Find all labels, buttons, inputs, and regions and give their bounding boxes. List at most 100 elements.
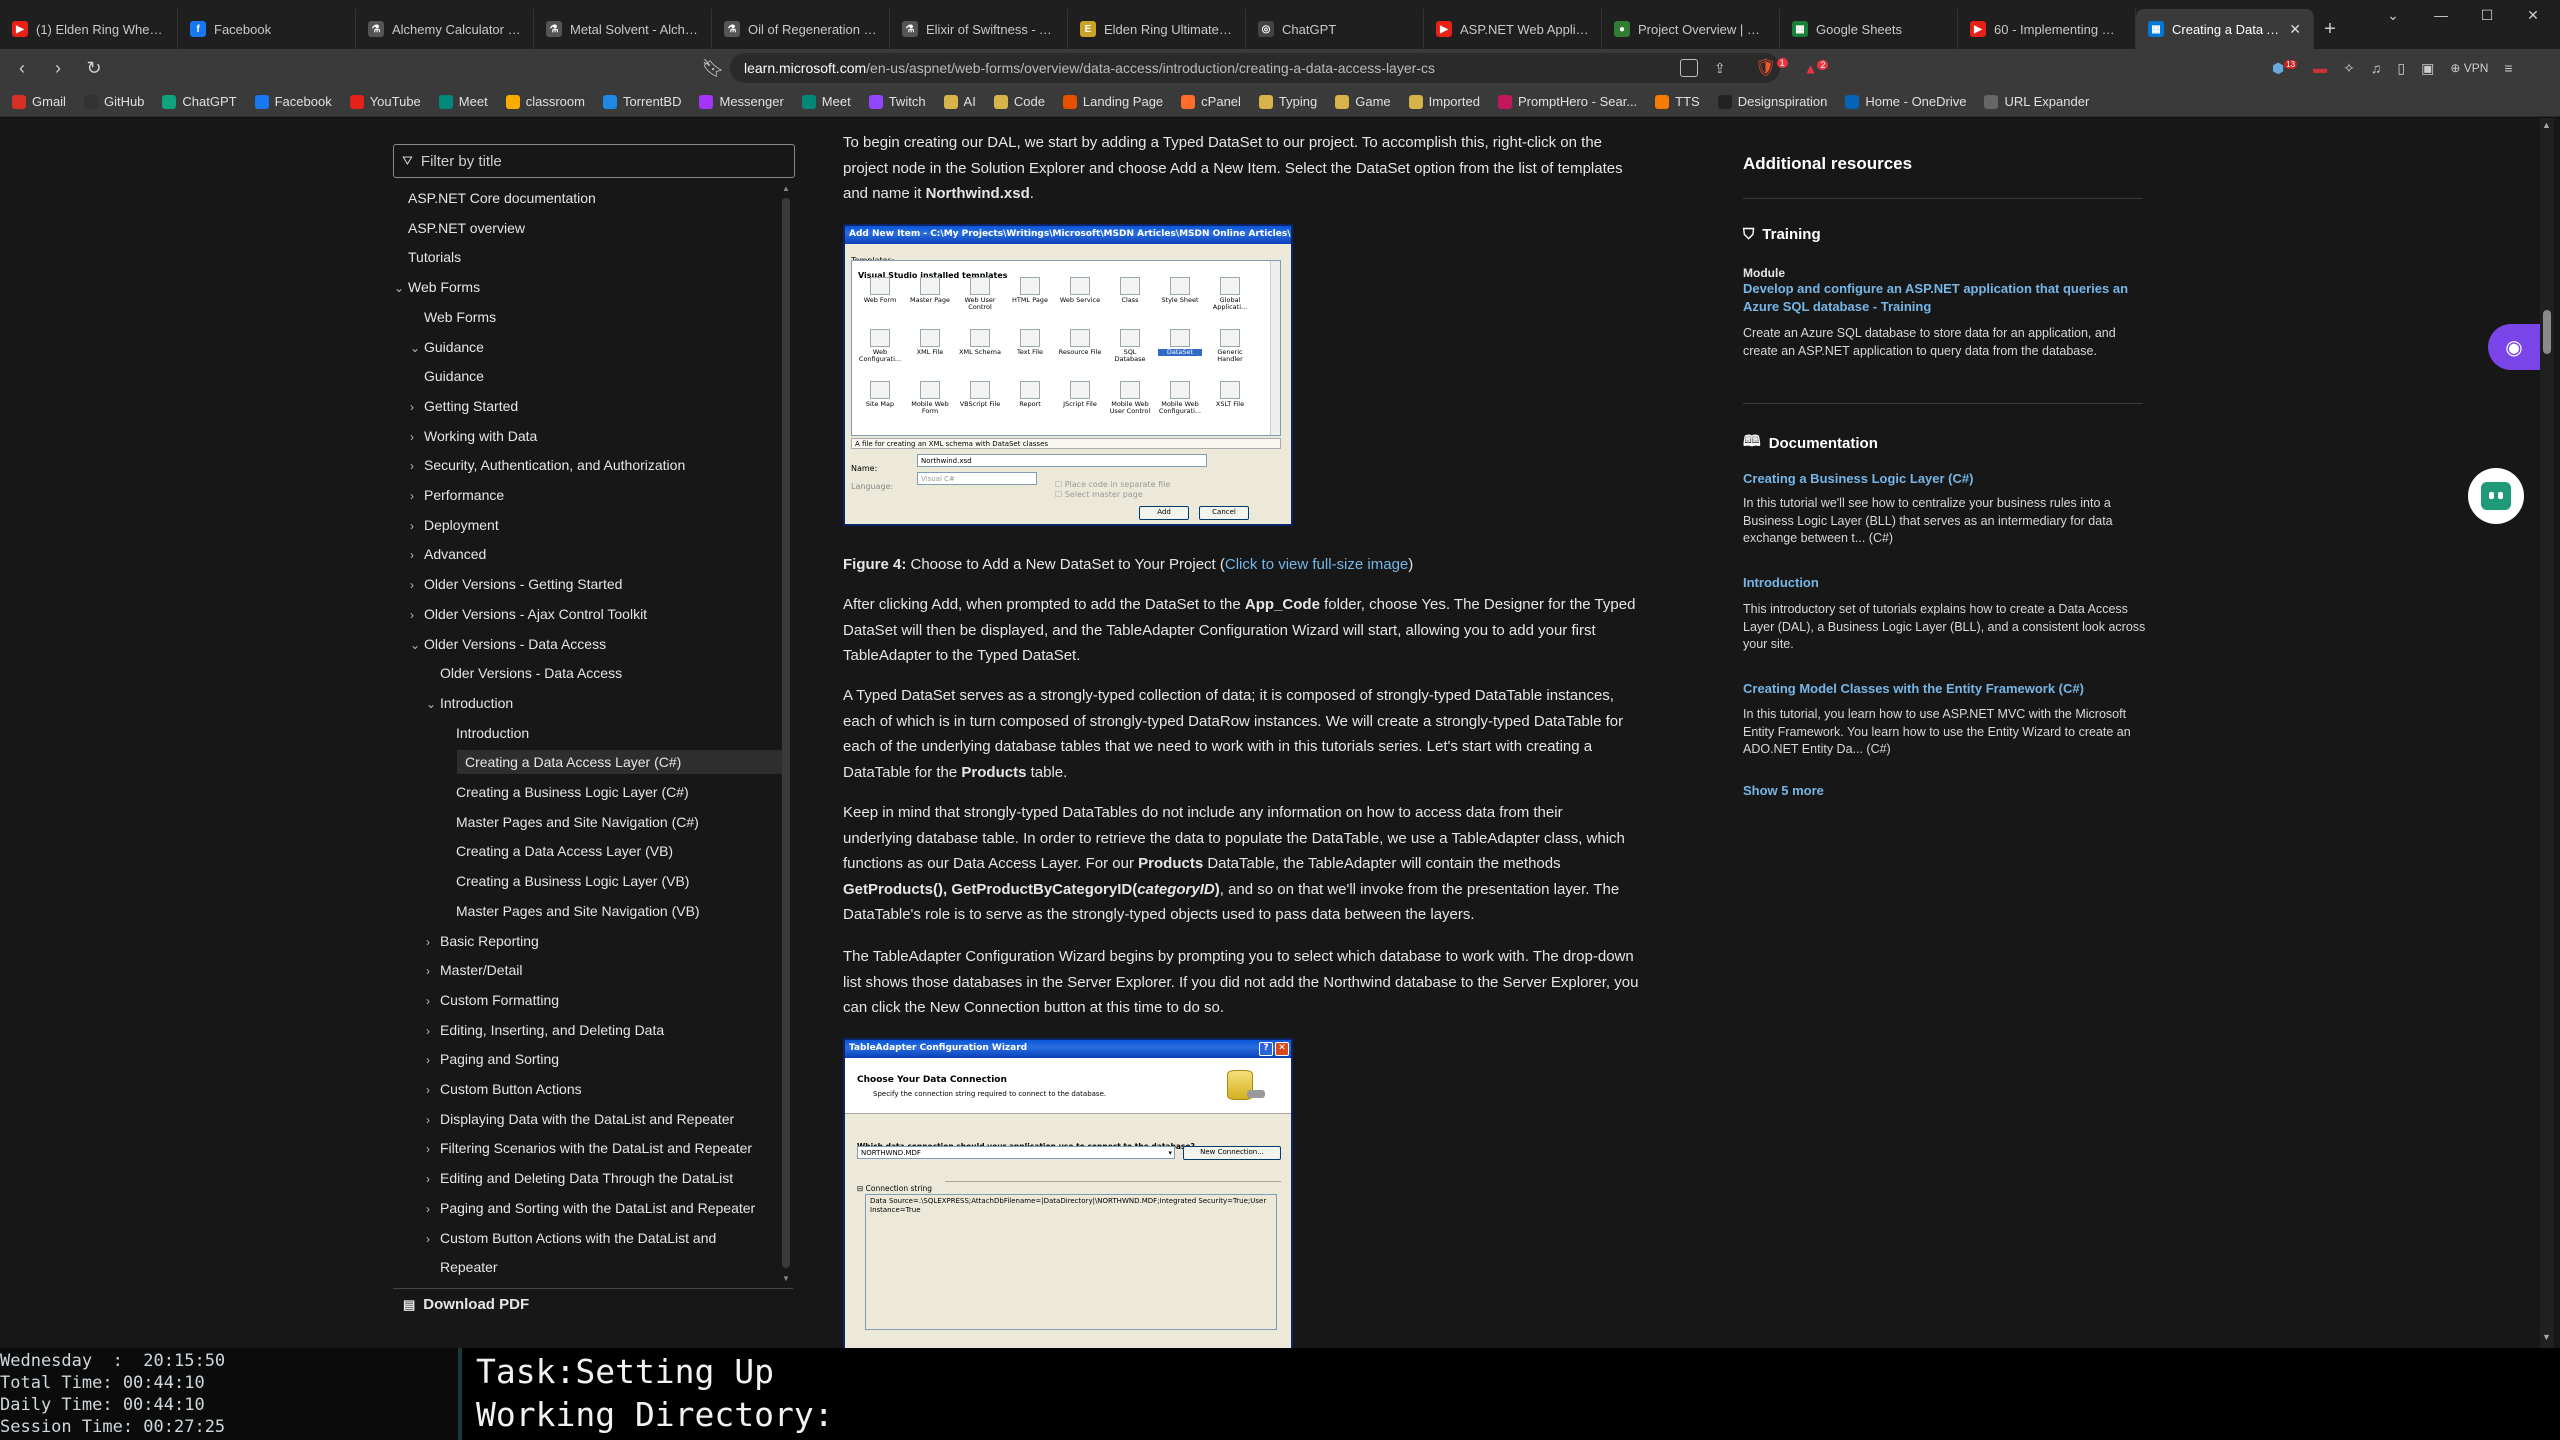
browser-tab[interactable]: ▦ Creating a Data Acc ✕ [2136, 9, 2314, 49]
bookmark-item[interactable]: Facebook [254, 94, 332, 109]
chevron-right-icon[interactable]: › [426, 964, 440, 978]
toc-item[interactable]: ⌄ Introduction [426, 695, 513, 711]
doc-link-business-logic-layer[interactable]: Creating a Business Logic Layer (C#) [1743, 470, 1973, 488]
address-bar[interactable]: learn.microsoft.com/en-us/aspnet/web-for… [730, 53, 1780, 83]
toc-item[interactable]: › Older Versions - Getting Started [410, 576, 622, 592]
full-size-image-link[interactable]: Click to view full-size image [1225, 556, 1408, 573]
bookmark-item[interactable]: Imported [1408, 94, 1480, 109]
figure-5-tableadapter-wizard-screenshot[interactable]: TableAdapter Configuration Wizard ? ✕ Cho… [843, 1038, 1293, 1348]
media-icon[interactable]: ♫ [2371, 60, 2382, 76]
toc-item[interactable]: › Editing, Inserting, and Deleting Data [426, 1022, 664, 1038]
forward-button[interactable]: › [40, 53, 76, 83]
show-more-link[interactable]: Show 5 more [1743, 782, 1824, 800]
sidebar-toggle-icon[interactable]: ▯ [2397, 60, 2405, 77]
toc-item[interactable]: › Paging and Sorting with the DataList an… [426, 1200, 755, 1216]
toc-item[interactable]: Web Forms [424, 309, 496, 325]
toc-item[interactable]: Repeater [440, 1259, 498, 1275]
toc-item[interactable]: Creating a Business Logic Layer (VB) [456, 873, 689, 889]
vpn-button[interactable]: ⊕ VPN [2450, 61, 2488, 75]
chevron-right-icon[interactable]: › [426, 935, 440, 949]
chevron-right-icon[interactable]: › [410, 400, 424, 414]
toc-item[interactable]: Creating a Business Logic Layer (C#) [456, 784, 689, 800]
toc-item[interactable]: › Editing and Deleting Data Through the D… [426, 1170, 733, 1186]
bookmark-item[interactable]: Gmail [12, 94, 66, 109]
chevron-down-icon[interactable]: ⌄ [410, 341, 424, 355]
browser-tab[interactable]: ▦ Google Sheets [1780, 9, 1958, 49]
assistant-bot-button[interactable] [2468, 468, 2524, 524]
browser-tab[interactable]: ⚗ Elixir of Swiftness - Alch [890, 9, 1068, 49]
toc-item[interactable]: › Older Versions - Ajax Control Toolkit [410, 606, 647, 622]
chevron-right-icon[interactable]: › [426, 1172, 440, 1186]
browser-tab[interactable]: ▶ (1) Elden Ring Where To [0, 9, 178, 49]
bookmark-item[interactable]: TorrentBD [602, 94, 681, 109]
chevron-right-icon[interactable]: › [426, 1053, 440, 1067]
toc-item[interactable]: ASP.NET Core documentation [408, 190, 596, 206]
toc-item[interactable]: ⌄ Older Versions - Data Access [410, 636, 606, 652]
close-tab-icon[interactable]: ✕ [2289, 21, 2301, 38]
bookmark-item[interactable]: Typing [1258, 94, 1317, 109]
toc-item[interactable]: › Custom Formatting [426, 992, 559, 1008]
bookmark-item[interactable]: Game [1335, 94, 1391, 109]
toc-item[interactable]: Introduction [456, 725, 529, 741]
doc-link-entity-framework[interactable]: Creating Model Classes with the Entity F… [1743, 680, 2084, 698]
toc-item[interactable]: Creating a Data Access Layer (C#) [457, 750, 787, 775]
toc-item[interactable]: › Custom Button Actions [426, 1081, 582, 1097]
reader-mode-icon[interactable] [1680, 59, 1698, 77]
toc-item[interactable]: ⌄ Guidance [410, 339, 484, 355]
bookmark-item[interactable]: classroom [505, 94, 585, 109]
wallet-icon[interactable]: ▣ [2421, 60, 2434, 77]
maximize-button[interactable]: ☐ [2464, 0, 2510, 30]
toc-scroll-up-icon[interactable]: ▲ [782, 184, 790, 193]
page-scrollbar-thumb[interactable] [2543, 310, 2551, 354]
toc-item[interactable]: › Security, Authentication, and Authoriza… [410, 457, 685, 473]
browser-tab[interactable]: ⚗ Alchemy Calculator | bd [356, 9, 534, 49]
chevron-down-icon[interactable]: ⌄ [410, 638, 424, 652]
chevron-right-icon[interactable]: › [410, 430, 424, 444]
chevron-right-icon[interactable]: › [410, 489, 424, 503]
menu-icon[interactable]: ≡ [2504, 60, 2512, 76]
bookmark-item[interactable]: TTS [1655, 94, 1700, 109]
toc-item[interactable]: ASP.NET overview [408, 220, 525, 236]
tab-search-chevron-icon[interactable]: ⌄ [2370, 0, 2416, 30]
chevron-right-icon[interactable]: › [426, 1142, 440, 1156]
bookmark-item[interactable]: Messenger [699, 94, 784, 109]
copilot-button[interactable]: ◉ [2488, 324, 2540, 370]
module-link[interactable]: Develop and configure an ASP.NET applica… [1743, 280, 2163, 316]
bookmark-item[interactable]: Meet [438, 94, 488, 109]
scroll-down-icon[interactable]: ▼ [2542, 1332, 2551, 1342]
doc-link-introduction[interactable]: Introduction [1743, 574, 1819, 592]
chevron-right-icon[interactable]: › [426, 1083, 440, 1097]
extension-2-icon[interactable]: ▬ [2313, 60, 2327, 76]
toc-item[interactable]: Master Pages and Site Navigation (C#) [456, 814, 699, 830]
chevron-right-icon[interactable]: › [426, 1232, 440, 1246]
bookmark-item[interactable]: YouTube [349, 94, 421, 109]
toc-item[interactable]: Master Pages and Site Navigation (VB) [456, 903, 700, 919]
extension-icon[interactable]: ⬢ 13 [2272, 60, 2298, 77]
bookmark-item[interactable]: Home - OneDrive [1845, 94, 1966, 109]
browser-tab[interactable]: ▶ ASP.NET Web Applicatio [1424, 9, 1602, 49]
chevron-right-icon[interactable]: › [410, 578, 424, 592]
toc-item[interactable]: › Master/Detail [426, 962, 522, 978]
browser-tab[interactable]: ▶ 60 - Implementing DAL [1958, 9, 2136, 49]
toc-scrollbar[interactable]: ▲ ▼ [780, 184, 792, 1286]
figure-4-add-new-item-screenshot[interactable]: Add New Item - C:\My Projects\Writings\M… [843, 224, 1293, 526]
toc-item[interactable]: › Getting Started [410, 398, 518, 414]
download-pdf-button[interactable]: ▤ Download PDF [393, 1288, 793, 1320]
minimize-button[interactable]: — [2418, 0, 2464, 30]
reload-button[interactable]: ↻ [76, 53, 112, 83]
bookmark-item[interactable]: Designspiration [1717, 94, 1827, 109]
chevron-right-icon[interactable]: › [410, 459, 424, 473]
toc-item[interactable]: Guidance [424, 368, 484, 384]
toc-scroll-down-icon[interactable]: ▼ [782, 1274, 790, 1283]
browser-tab[interactable]: f Facebook [178, 9, 356, 49]
back-button[interactable]: ‹ [4, 53, 40, 83]
browser-tab[interactable]: ⚗ Oil of Regeneration - Al [712, 9, 890, 49]
toc-item[interactable]: › Displaying Data with the DataList and R… [426, 1111, 734, 1127]
brave-shield-icon[interactable]: 🛡︎ 1 [1755, 58, 1788, 78]
bookmark-item[interactable]: URL Expander [1984, 94, 2089, 109]
chevron-right-icon[interactable]: › [426, 1202, 440, 1216]
share-icon[interactable]: ⇪ [1714, 60, 1726, 77]
toc-item[interactable]: › Performance [410, 487, 504, 503]
toc-item[interactable]: Older Versions - Data Access [440, 665, 622, 681]
bookmark-item[interactable]: Landing Page [1062, 94, 1163, 109]
